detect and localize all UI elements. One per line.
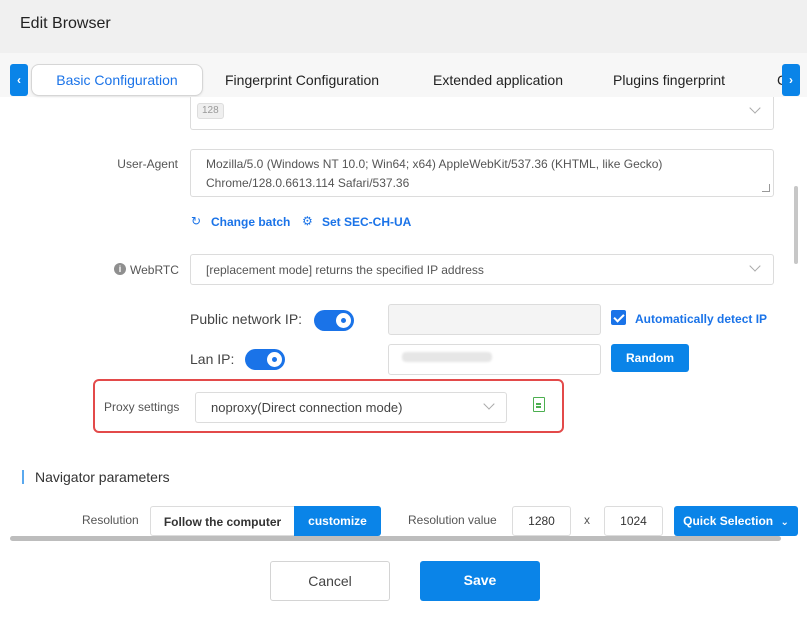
quick-selection-label: Quick Selection bbox=[683, 514, 774, 528]
proxy-value: noproxy(Direct connection mode) bbox=[211, 400, 403, 415]
navigator-section-title: Navigator parameters bbox=[35, 469, 170, 485]
vertical-scrollbar[interactable] bbox=[794, 186, 798, 264]
chevron-down-icon: ⌄ bbox=[780, 517, 789, 528]
quick-selection-button[interactable]: Quick Selection ⌄ bbox=[674, 506, 798, 536]
user-agent-label: User-Agent bbox=[117, 157, 178, 171]
resolution-value-label: Resolution value bbox=[408, 513, 497, 527]
refresh-icon[interactable]: ↻ bbox=[191, 214, 201, 228]
public-ip-label: Public network IP: bbox=[190, 311, 303, 327]
tab-fingerprint-configuration[interactable]: Fingerprint Configuration bbox=[225, 64, 379, 96]
tab-basic-configuration[interactable]: Basic Configuration bbox=[31, 64, 203, 96]
random-button[interactable]: Random bbox=[611, 344, 689, 372]
horizontal-scrollbar[interactable] bbox=[10, 536, 781, 541]
gear-icon[interactable]: ⚙ bbox=[302, 214, 313, 228]
customize-button[interactable]: customize bbox=[294, 506, 381, 536]
change-batch-link[interactable]: Change batch bbox=[211, 215, 290, 229]
lan-ip-toggle[interactable] bbox=[245, 349, 285, 370]
auto-detect-ip-checkbox[interactable] bbox=[611, 310, 626, 325]
webrtc-value: [replacement mode] returns the specified… bbox=[206, 263, 484, 277]
kernel-select[interactable] bbox=[190, 97, 774, 130]
kernel-version-chip: 128 bbox=[197, 103, 224, 119]
proxy-settings-label: Proxy settings bbox=[104, 400, 180, 414]
auto-detect-ip-label[interactable]: Automatically detect IP bbox=[635, 312, 767, 326]
tab-scroll-left-button[interactable]: ‹ bbox=[10, 64, 28, 96]
resolution-separator: x bbox=[584, 513, 590, 527]
webrtc-label: WebRTC bbox=[130, 263, 179, 277]
resize-grip-icon[interactable] bbox=[762, 184, 770, 192]
lan-ip-label: Lan IP: bbox=[190, 351, 235, 367]
resolution-label: Resolution bbox=[82, 513, 139, 527]
cancel-button[interactable]: Cancel bbox=[270, 561, 390, 601]
document-icon[interactable] bbox=[533, 397, 545, 412]
lan-ip-blurred-value bbox=[402, 352, 492, 362]
dialog-header: Edit Browser bbox=[0, 0, 807, 53]
tab-extended-application[interactable]: Extended application bbox=[433, 64, 563, 96]
resolution-height-input[interactable]: 1024 bbox=[604, 506, 663, 536]
tab-scroll-right-button[interactable]: › bbox=[782, 64, 800, 96]
section-accent-bar bbox=[22, 470, 24, 484]
user-agent-value: Mozilla/5.0 (Windows NT 10.0; Win64; x64… bbox=[206, 157, 663, 190]
set-sec-ch-ua-link[interactable]: Set SEC-CH-UA bbox=[322, 215, 411, 229]
follow-computer-button[interactable]: Follow the computer bbox=[150, 506, 295, 536]
tab-plugins-fingerprint[interactable]: Plugins fingerprint bbox=[613, 64, 725, 96]
public-ip-toggle[interactable] bbox=[314, 310, 354, 331]
save-button[interactable]: Save bbox=[420, 561, 540, 601]
tab-bar: ‹ Basic Configuration Fingerprint Config… bbox=[0, 53, 807, 97]
info-icon: i bbox=[114, 263, 126, 275]
public-ip-input[interactable] bbox=[388, 304, 601, 335]
resolution-width-input[interactable]: 1280 bbox=[512, 506, 571, 536]
dialog-title: Edit Browser bbox=[20, 15, 111, 32]
